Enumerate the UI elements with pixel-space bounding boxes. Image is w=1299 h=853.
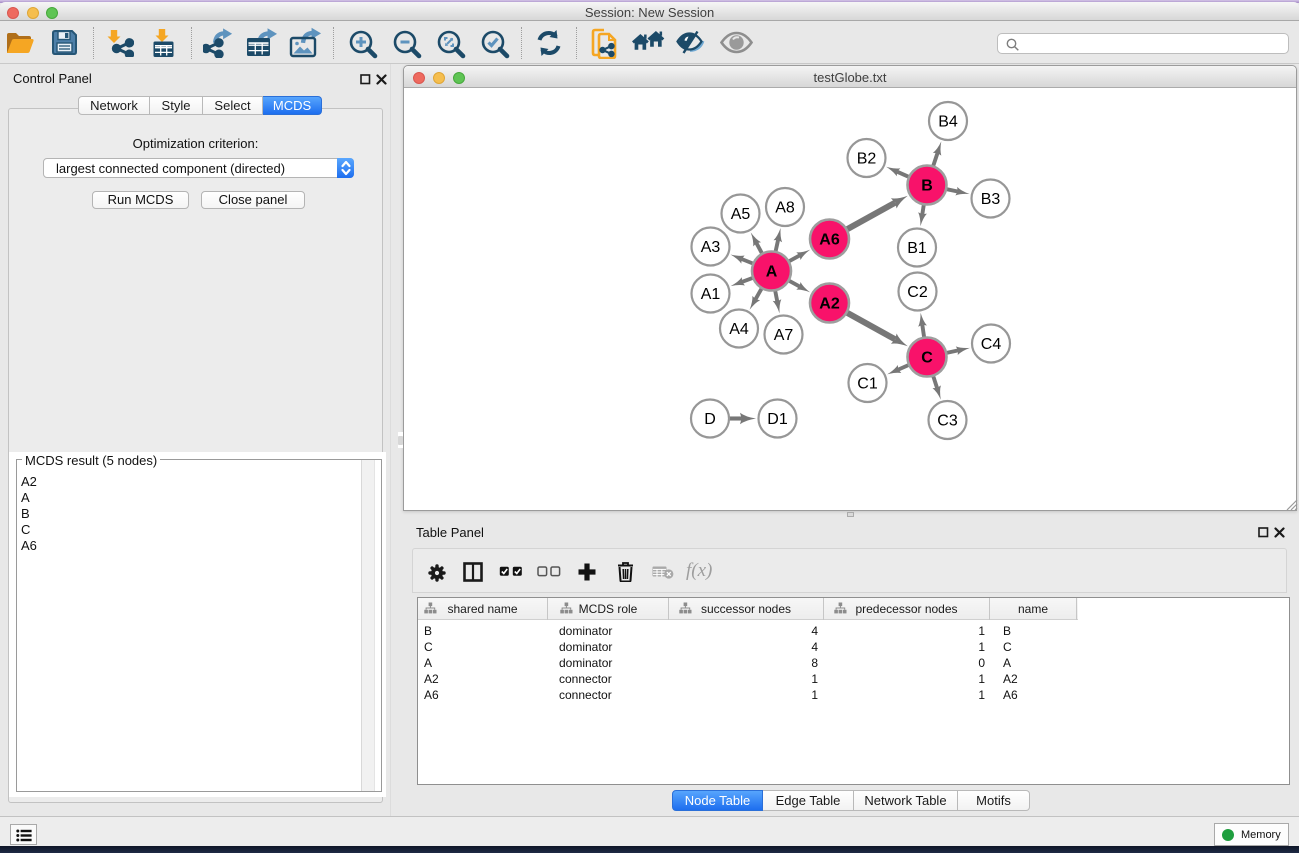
svg-text:C3: C3 bbox=[937, 413, 958, 430]
svg-text:B2: B2 bbox=[857, 151, 877, 168]
svg-text:A6: A6 bbox=[819, 232, 840, 249]
svg-text:A4: A4 bbox=[729, 321, 749, 338]
svg-text:C1: C1 bbox=[857, 376, 878, 393]
svg-text:A2: A2 bbox=[819, 296, 840, 313]
svg-text:A1: A1 bbox=[701, 286, 721, 303]
svg-text:A5: A5 bbox=[731, 206, 751, 223]
svg-text:A: A bbox=[766, 264, 778, 281]
svg-text:B3: B3 bbox=[981, 191, 1001, 208]
svg-text:A8: A8 bbox=[775, 200, 795, 217]
svg-text:C2: C2 bbox=[907, 284, 928, 301]
svg-text:B: B bbox=[921, 178, 933, 195]
svg-text:D: D bbox=[704, 411, 716, 428]
svg-text:C: C bbox=[921, 350, 933, 367]
svg-text:D1: D1 bbox=[767, 411, 788, 428]
svg-text:A3: A3 bbox=[701, 239, 721, 256]
svg-text:C4: C4 bbox=[981, 336, 1002, 353]
svg-text:A7: A7 bbox=[774, 327, 794, 344]
svg-text:B4: B4 bbox=[938, 114, 958, 131]
svg-text:B1: B1 bbox=[907, 240, 927, 257]
